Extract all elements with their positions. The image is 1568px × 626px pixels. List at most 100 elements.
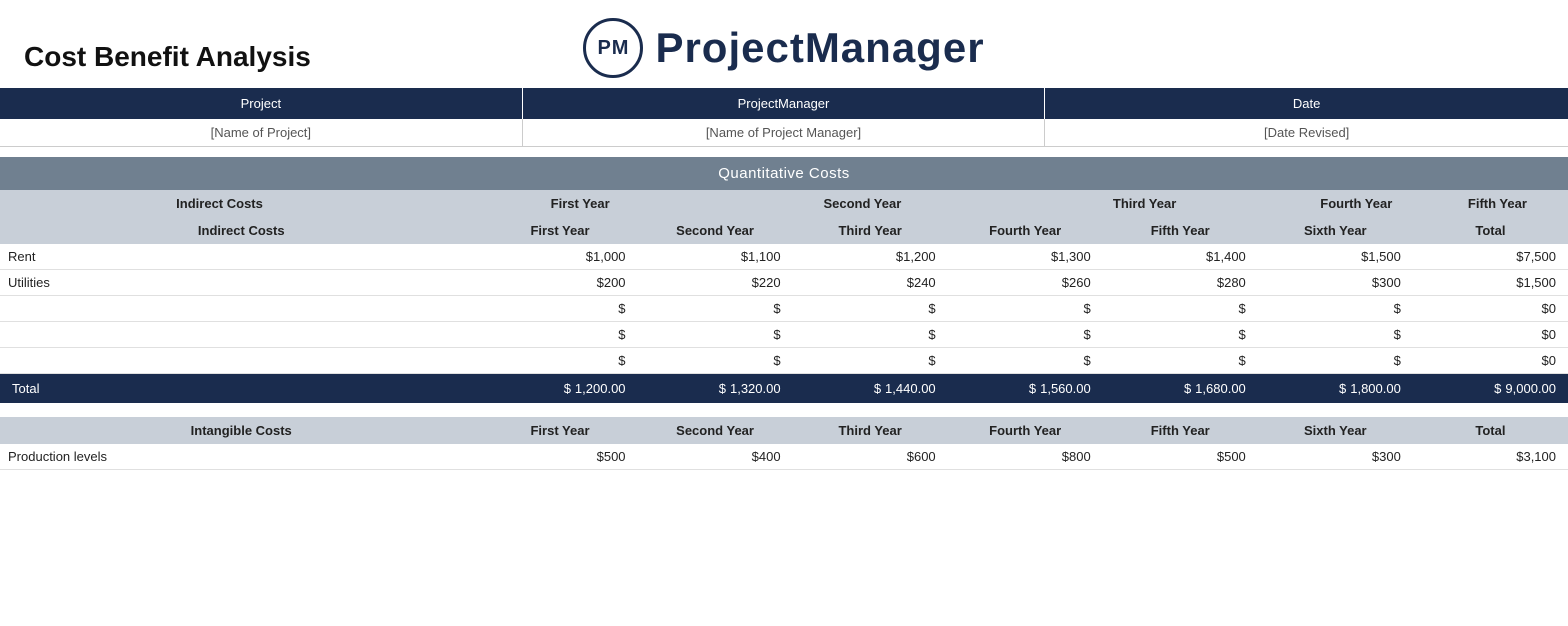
- row-3-val-5: $: [1258, 322, 1413, 348]
- th-indirect-costs: Indirect Costs: [0, 217, 482, 244]
- indirect-cost-row-2: $$$$$$$0: [0, 296, 1568, 322]
- intangible-row-0-val-2: $600: [793, 444, 948, 470]
- row-label-3: [0, 322, 482, 348]
- row-2-val-4: $: [1103, 296, 1258, 322]
- row-label-1: Utilities: [0, 270, 482, 296]
- total-val-5: $1,800.00: [1258, 374, 1413, 404]
- row-4-val-6: $0: [1413, 348, 1568, 374]
- row-0-val-3: $1,300: [948, 244, 1103, 270]
- col-second-year: Second Year: [721, 190, 1003, 217]
- quantitative-costs-section: Quantitative Costs Indirect Costs First …: [0, 157, 1568, 403]
- row-2-val-0: $: [482, 296, 637, 322]
- row-0-val-0: $1,000: [482, 244, 637, 270]
- info-value-date: [Date Revised]: [1045, 119, 1568, 146]
- page: Cost Benefit Analysis PM ProjectManager …: [0, 0, 1568, 626]
- th-int-fifth-year: Fifth Year: [1103, 417, 1258, 444]
- col-third-year: Third Year: [1003, 190, 1285, 217]
- row-3-val-6: $0: [1413, 322, 1568, 348]
- row-2-val-5: $: [1258, 296, 1413, 322]
- row-1-val-4: $280: [1103, 270, 1258, 296]
- indirect-costs-total-row: Total$1,200.00$1,320.00$1,440.00$1,560.0…: [0, 374, 1568, 404]
- indirect-cost-row-3: $$$$$$$0: [0, 322, 1568, 348]
- th-fourth-year: Fourth Year: [948, 217, 1103, 244]
- row-1-val-6: $1,500: [1413, 270, 1568, 296]
- th-first-year: First Year: [482, 217, 637, 244]
- th-intangible-costs: Intangible Costs: [0, 417, 482, 444]
- row-4-val-5: $: [1258, 348, 1413, 374]
- row-2-val-3: $: [948, 296, 1103, 322]
- intangible-row-0-val-4: $500: [1103, 444, 1258, 470]
- indirect-costs-col-label: Indirect Costs: [0, 190, 439, 217]
- total-val-4: $1,680.00: [1103, 374, 1258, 404]
- row-label-0: Rent: [0, 244, 482, 270]
- pm-logo-circle: PM: [583, 18, 643, 78]
- total-val-0: $1,200.00: [482, 374, 637, 404]
- intangible-row-0-val-0: $500: [482, 444, 637, 470]
- info-bar-headers: Project ProjectManager Date: [0, 88, 1568, 119]
- total-label: Total: [0, 374, 482, 404]
- row-4-val-2: $: [793, 348, 948, 374]
- indirect-costs-data-table: Indirect Costs First Year Second Year Th…: [0, 217, 1568, 403]
- total-val-2: $1,440.00: [793, 374, 948, 404]
- row-1-val-1: $220: [638, 270, 793, 296]
- row-3-val-1: $: [638, 322, 793, 348]
- row-1-val-0: $200: [482, 270, 637, 296]
- intangible-row-0-val-3: $800: [948, 444, 1103, 470]
- info-header-project: Project: [0, 88, 523, 119]
- row-4-val-1: $: [638, 348, 793, 374]
- intangible-costs-table: Intangible Costs First Year Second Year …: [0, 417, 1568, 470]
- row-label-2: [0, 296, 482, 322]
- quantitative-costs-title: Quantitative Costs: [0, 157, 1568, 190]
- info-value-pm: [Name of Project Manager]: [523, 119, 1046, 146]
- row-3-val-2: $: [793, 322, 948, 348]
- th-int-first-year: First Year: [482, 417, 637, 444]
- row-2-val-6: $0: [1413, 296, 1568, 322]
- th-second-year: Second Year: [638, 217, 793, 244]
- pm-logo-text: PM: [597, 37, 629, 60]
- th-int-fourth-year: Fourth Year: [948, 417, 1103, 444]
- row-4-val-4: $: [1103, 348, 1258, 374]
- th-int-sixth-year: Sixth Year: [1258, 417, 1413, 444]
- th-fifth-year: Fifth Year: [1103, 217, 1258, 244]
- total-val-6: $9,000.00: [1413, 374, 1568, 404]
- intangible-row-0-val-6: $3,100: [1413, 444, 1568, 470]
- indirect-costs-header-row: Indirect Costs First Year Second Year Th…: [0, 190, 1568, 217]
- company-name: ProjectManager: [655, 24, 984, 72]
- indirect-costs-table: Indirect Costs First Year Second Year Th…: [0, 190, 1568, 217]
- row-2-val-2: $: [793, 296, 948, 322]
- th-total: Total: [1413, 217, 1568, 244]
- indirect-cost-row-4: $$$$$$$0: [0, 348, 1568, 374]
- total-val-3: $1,560.00: [948, 374, 1103, 404]
- intangible-row-0-val-5: $300: [1258, 444, 1413, 470]
- th-sixth-year: Sixth Year: [1258, 217, 1413, 244]
- th-third-year: Third Year: [793, 217, 948, 244]
- col-fifth-year: Fifth Year: [1427, 190, 1568, 217]
- row-4-val-3: $: [948, 348, 1103, 374]
- col-fourth-year: Fourth Year: [1286, 190, 1427, 217]
- th-int-second-year: Second Year: [638, 417, 793, 444]
- intangible-row-0-val-1: $400: [638, 444, 793, 470]
- page-title: Cost Benefit Analysis: [24, 40, 311, 74]
- header-logo: PM ProjectManager: [583, 18, 984, 78]
- row-0-val-4: $1,400: [1103, 244, 1258, 270]
- info-bar-values: [Name of Project] [Name of Project Manag…: [0, 119, 1568, 147]
- th-int-third-year: Third Year: [793, 417, 948, 444]
- row-4-val-0: $: [482, 348, 637, 374]
- th-int-total: Total: [1413, 417, 1568, 444]
- indirect-cost-row-1: Utilities$200$220$240$260$280$300$1,500: [0, 270, 1568, 296]
- row-0-val-2: $1,200: [793, 244, 948, 270]
- intangible-costs-header: Intangible Costs First Year Second Year …: [0, 417, 1568, 444]
- row-3-val-4: $: [1103, 322, 1258, 348]
- header: Cost Benefit Analysis PM ProjectManager: [0, 0, 1568, 88]
- row-0-val-1: $1,100: [638, 244, 793, 270]
- row-label-4: [0, 348, 482, 374]
- indirect-cost-row-0: Rent$1,000$1,100$1,200$1,300$1,400$1,500…: [0, 244, 1568, 270]
- col-first-year: First Year: [439, 190, 721, 217]
- row-1-val-3: $260: [948, 270, 1103, 296]
- row-0-val-5: $1,500: [1258, 244, 1413, 270]
- row-1-val-5: $300: [1258, 270, 1413, 296]
- spacer-1: [0, 403, 1568, 417]
- intangible-cost-row-0: Production levels$500$400$600$800$500$30…: [0, 444, 1568, 470]
- intangible-row-label-0: Production levels: [0, 444, 482, 470]
- indirect-costs-header: Indirect Costs First Year Second Year Th…: [0, 217, 1568, 244]
